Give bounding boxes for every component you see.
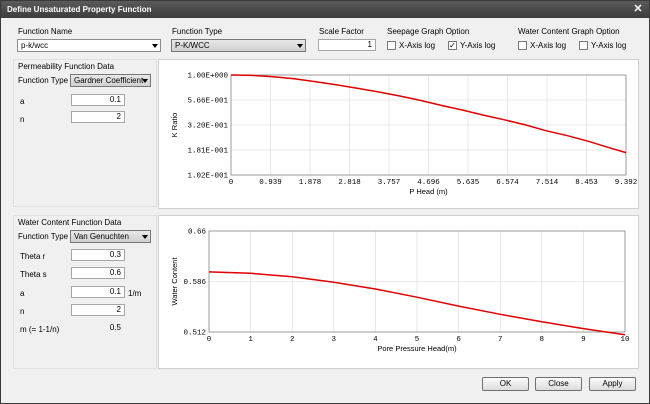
- permeability-chart: 0 0.939 1.878 2.818 3.757 4.696 5.635 6.574 7.51…: [158, 59, 639, 209]
- wc-x-log-checkbox[interactable]: [518, 41, 527, 50]
- x-tick-label: 0.939: [259, 179, 282, 187]
- wc-theta-s-input[interactable]: 0.6: [71, 267, 125, 279]
- y-tick-label: 0.512: [183, 330, 206, 338]
- dialog-window: Define Unsaturated Property Function ✕ F…: [0, 0, 650, 404]
- x-tick-label: 8.453: [575, 179, 598, 187]
- wc-n-label: n: [20, 307, 25, 316]
- perm-type-combo[interactable]: Gardner Coefficient: [70, 74, 151, 87]
- perm-a-input[interactable]: 0.1: [71, 94, 125, 106]
- perm-title: Permeability Function Data: [18, 62, 115, 71]
- x-tick-label: 10: [620, 336, 630, 344]
- x-tick-label: 0: [229, 179, 234, 187]
- apply-button[interactable]: Apply: [589, 377, 636, 391]
- y-tick-label: 1.81E-001: [187, 148, 228, 156]
- close-icon[interactable]: ✕: [631, 3, 645, 16]
- water-content-chart: 0 1 2 3 4 5 6 7 8 9 10 0.66 0.586 0.512 Pore Pressure …: [158, 215, 639, 369]
- perm-n-label: n: [20, 115, 25, 124]
- x-tick-label: 4.696: [417, 179, 440, 187]
- perm-type-label: Function Type: [18, 76, 69, 85]
- x-tick-label: 7: [498, 336, 503, 344]
- close-button[interactable]: Close: [535, 377, 582, 391]
- wc-a-input[interactable]: 0.1: [71, 286, 125, 298]
- function-type-label: Function Type: [172, 27, 223, 36]
- seepage-x-log-checkbox[interactable]: [387, 41, 396, 50]
- seepage-x-log-label: X-Axis log: [399, 41, 436, 50]
- perm-a-label: a: [20, 97, 25, 106]
- seepage-y-log-checkbox[interactable]: ✓: [448, 41, 457, 50]
- scale-factor-label: Scale Factor: [319, 27, 364, 36]
- x-tick-label: 3: [332, 336, 337, 344]
- x-tick-label: 0: [207, 336, 212, 344]
- x-tick-label: 1: [248, 336, 253, 344]
- y-axis-label: Water Content: [170, 257, 179, 306]
- wc-title: Water Content Function Data: [18, 218, 122, 227]
- y-axis-label: K Ratio: [170, 113, 179, 138]
- function-type-combo[interactable]: P-K/WCC: [171, 39, 306, 52]
- perm-type-value: Gardner Coefficient: [74, 76, 144, 85]
- wc-type-value: Van Genuchten: [74, 232, 130, 241]
- y-tick-label: 0.66: [188, 229, 207, 237]
- perm-n-input[interactable]: 2: [71, 111, 125, 123]
- x-tick-label: 2: [290, 336, 295, 344]
- function-name-value: p-k/wcc: [21, 41, 49, 50]
- wc-m-value: 0.5: [71, 322, 125, 334]
- function-type-value: P-K/WCC: [175, 41, 210, 50]
- wc-a-label: a: [20, 289, 25, 298]
- x-tick-label: 4: [373, 336, 378, 344]
- wc-y-log-label: Y-Axis log: [591, 41, 627, 50]
- seepage-graph-label: Seepage Graph Option: [387, 27, 470, 36]
- x-tick-label: 6.574: [496, 179, 519, 187]
- x-tick-label: 9: [581, 336, 586, 344]
- y-tick-label: 1.02E-001: [187, 173, 228, 181]
- wc-y-log-checkbox[interactable]: [579, 41, 588, 50]
- chevron-down-icon: [152, 44, 158, 48]
- wc-a-unit: 1/m: [128, 289, 142, 298]
- wc-graph-label: Water Content Graph Option: [518, 27, 620, 36]
- wc-x-log-label: X-Axis log: [530, 41, 567, 50]
- wc-theta-r-label: Theta r: [20, 252, 46, 261]
- x-tick-label: 8: [540, 336, 545, 344]
- wc-theta-s-label: Theta s: [20, 270, 47, 279]
- chevron-down-icon: [142, 235, 148, 239]
- wc-m-label: m (= 1-1/n): [20, 325, 60, 334]
- x-tick-label: 2.818: [338, 179, 361, 187]
- window-title: Define Unsaturated Property Function: [7, 5, 152, 14]
- title-bar: Define Unsaturated Property Function ✕: [1, 1, 649, 18]
- x-axis-label: P Head (m): [409, 187, 448, 196]
- wc-n-input[interactable]: 2: [71, 304, 125, 316]
- permeability-chart-svg: 0 0.939 1.878 2.818 3.757 4.696 5.635 6.574 7.51…: [170, 73, 638, 197]
- y-tick-label: 3.20E-001: [187, 123, 228, 131]
- seepage-y-log-label: Y-Axis log: [460, 41, 496, 50]
- y-tick-label: 0.586: [183, 279, 206, 287]
- wc-theta-r-input[interactable]: 0.3: [71, 249, 125, 261]
- chevron-down-icon: [297, 44, 303, 48]
- water-content-chart-svg: 0 1 2 3 4 5 6 7 8 9 10 0.66 0.586 0.512 Pore Pressure …: [170, 229, 630, 354]
- y-tick-label: 5.66E-001: [187, 98, 228, 106]
- ok-button[interactable]: OK: [482, 377, 529, 391]
- x-tick-label: 5.635: [457, 179, 480, 187]
- scale-factor-input[interactable]: 1: [318, 39, 376, 51]
- x-tick-label: 3.757: [378, 179, 401, 187]
- function-name-label: Function Name: [18, 27, 73, 36]
- wc-type-combo[interactable]: Van Genuchten: [70, 230, 151, 243]
- wc-type-label: Function Type: [18, 232, 69, 241]
- chevron-down-icon: [142, 79, 148, 83]
- x-axis-label: Pore Pressure Head(m): [377, 344, 457, 353]
- x-tick-label: 1.878: [299, 179, 322, 187]
- x-tick-label: 6: [456, 336, 461, 344]
- x-tick-label: 9.392: [615, 179, 638, 187]
- function-name-combo[interactable]: p-k/wcc: [17, 39, 161, 52]
- x-tick-label: 5: [415, 336, 420, 344]
- y-tick-label: 1.00E+000: [187, 73, 228, 81]
- x-tick-label: 7.514: [536, 179, 559, 187]
